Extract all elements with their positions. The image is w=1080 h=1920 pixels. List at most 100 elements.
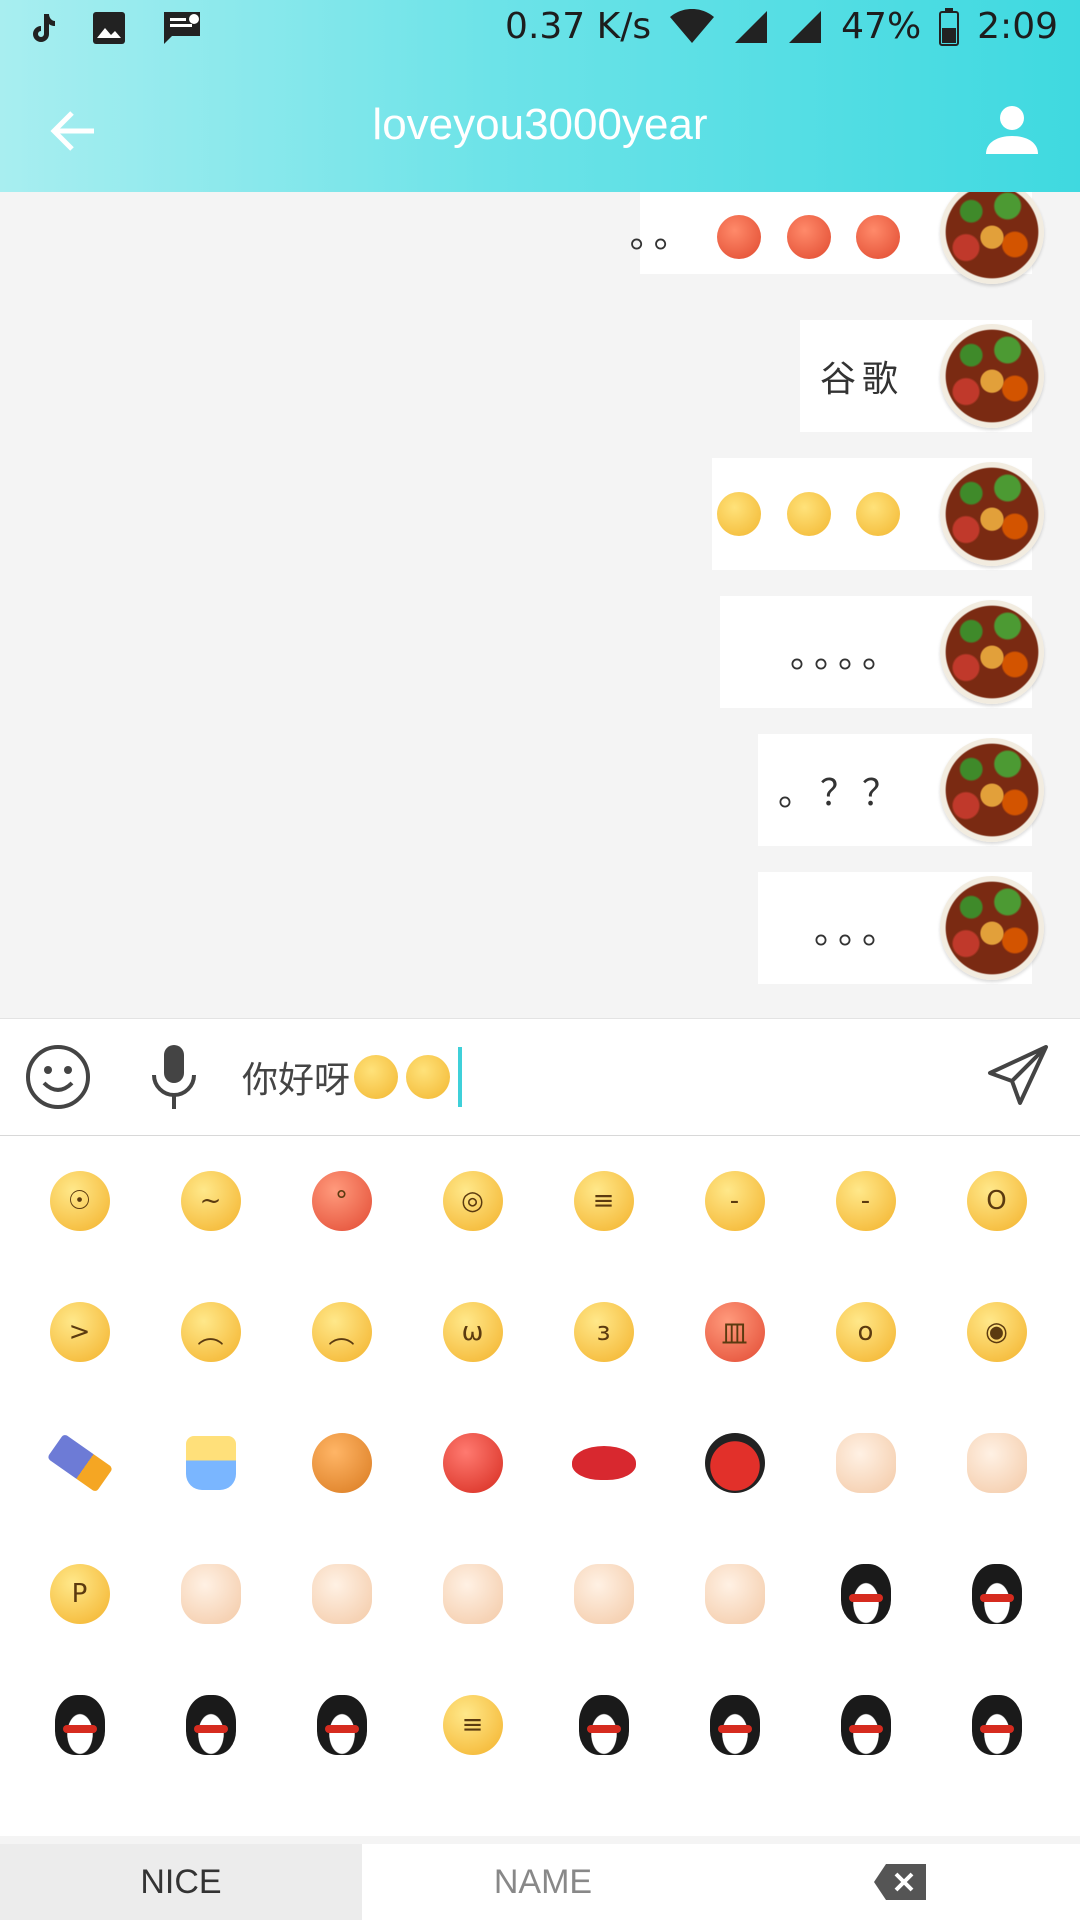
emoji-frown[interactable]: ︵ — [276, 1267, 407, 1397]
emoji-grin[interactable]: ≡ — [538, 1136, 669, 1266]
message-bubble[interactable]: 。。。 — [758, 872, 1044, 984]
send-icon — [988, 1045, 1048, 1105]
startled-icon: o — [835, 1302, 896, 1362]
message-bubble[interactable]: 。。 — [630, 192, 1044, 284]
net-speed: 0.37 K/s — [505, 6, 652, 47]
emoji-penguin[interactable] — [145, 1660, 276, 1790]
penguin-icon — [578, 1695, 629, 1755]
grin-icon: ≡ — [442, 1695, 503, 1755]
red-sweat-icon: ° — [311, 1171, 372, 1231]
lips-icon — [571, 1446, 636, 1480]
rock-on-icon — [442, 1564, 503, 1624]
emoji-grin[interactable]: ≡ — [407, 1660, 538, 1790]
emoji-beer[interactable] — [145, 1398, 276, 1528]
emoji-ok-hand[interactable] — [669, 1529, 800, 1659]
emoji-kiss[interactable]: з — [538, 1267, 669, 1397]
avatar[interactable] — [940, 600, 1044, 704]
avatar[interactable] — [940, 462, 1044, 566]
avatar[interactable] — [940, 324, 1044, 428]
emoji-cleaver[interactable] — [14, 1398, 145, 1528]
emoji-tab-bar: NICE NAME — [0, 1844, 1080, 1920]
cold-sweat-icon: ◎ — [442, 1171, 503, 1231]
penguin-icon — [54, 1695, 105, 1755]
basketball-icon — [311, 1433, 372, 1493]
yawn-icon: O — [966, 1171, 1027, 1231]
emoji-ping-pong[interactable] — [407, 1398, 538, 1528]
emoji-smirk[interactable]: - — [800, 1136, 931, 1266]
message-text: 。？？ — [777, 773, 904, 814]
message-bubble[interactable]: 。。。。 — [720, 596, 1044, 708]
tab-name[interactable]: NAME — [362, 1844, 724, 1920]
emoji-penguin[interactable] — [800, 1660, 931, 1790]
tab-nice[interactable]: NICE — [0, 1844, 362, 1920]
send-button[interactable] — [986, 1043, 1050, 1107]
backspace-button[interactable] — [830, 1844, 970, 1920]
emoji-startled[interactable]: o — [800, 1267, 931, 1397]
signal-icon — [733, 9, 769, 45]
smile-icon — [26, 1045, 90, 1109]
emoji-penguin[interactable] — [14, 1660, 145, 1790]
emoji-handshake[interactable] — [800, 1398, 931, 1528]
emoji-shy[interactable]: - — [669, 1136, 800, 1266]
message-bubble[interactable]: 。？？ — [758, 734, 1044, 846]
emoji-peace[interactable] — [538, 1529, 669, 1659]
shocked-face-icon — [717, 492, 762, 536]
message-bubble[interactable] — [712, 458, 1044, 570]
emoji-tongue[interactable]: P — [14, 1529, 145, 1659]
shocked-icon: ☉ — [49, 1171, 110, 1231]
red-sweat-face-icon — [786, 214, 831, 259]
emoji-panel: ☉ ~ ° ◎ ≡ - - O > ︵ ︵ ω з 皿 o ◉ P ≡ — [0, 1136, 1080, 1836]
message-text: 。。 — [629, 214, 696, 256]
red-sweat-face-icon — [717, 214, 762, 259]
emoji-basketball[interactable] — [276, 1398, 407, 1528]
emoji-strong-arm[interactable] — [931, 1398, 1062, 1528]
message-input[interactable]: 你好呀 — [242, 1041, 942, 1113]
sad-icon: ︵ — [180, 1302, 241, 1362]
message-bubble[interactable]: 谷歌 — [800, 320, 1044, 432]
penguin-icon — [971, 1695, 1022, 1755]
image-icon — [92, 11, 126, 45]
frown-icon: ︵ — [311, 1302, 372, 1362]
emoji-penguin[interactable] — [800, 1529, 931, 1659]
emoji-yawn[interactable]: O — [931, 1136, 1062, 1266]
kiss-icon: з — [573, 1302, 634, 1362]
emoji-sad[interactable]: ︵ — [145, 1267, 276, 1397]
emoji-ladybug[interactable] — [669, 1398, 800, 1528]
emoji-fist[interactable] — [145, 1529, 276, 1659]
sneer-icon: ω — [442, 1302, 503, 1362]
ok-hand-icon — [704, 1564, 765, 1624]
profile-button[interactable] — [984, 102, 1040, 158]
avatar[interactable] — [940, 876, 1044, 980]
emoji-rock-on[interactable] — [407, 1529, 538, 1659]
handshake-icon — [835, 1433, 896, 1493]
emoji-worried[interactable]: ~ — [145, 1136, 276, 1266]
beer-icon — [185, 1436, 236, 1490]
emoji-lips[interactable] — [538, 1398, 669, 1528]
emoji-point-up[interactable] — [276, 1529, 407, 1659]
emoji-toggle-button[interactable] — [24, 1043, 92, 1111]
emoji-penguin[interactable] — [538, 1660, 669, 1790]
red-sweat-face-icon — [856, 214, 900, 259]
angry-hug-icon: > — [49, 1302, 110, 1362]
emoji-shocked[interactable]: ☉ — [14, 1136, 145, 1266]
avatar[interactable] — [940, 738, 1044, 842]
message-text: 谷歌 — [819, 359, 904, 400]
emoji-teary[interactable]: ◉ — [931, 1267, 1062, 1397]
emoji-penguin[interactable] — [931, 1660, 1062, 1790]
tongue-icon: P — [49, 1564, 110, 1624]
emoji-sneer[interactable]: ω — [407, 1267, 538, 1397]
emoji-penguin[interactable] — [931, 1529, 1062, 1659]
emoji-angry-hug[interactable]: > — [14, 1267, 145, 1397]
emoji-red-sweat[interactable]: ° — [276, 1136, 407, 1266]
clock: 2:09 — [977, 6, 1058, 47]
voice-button[interactable] — [148, 1043, 200, 1111]
mic-icon — [152, 1045, 196, 1109]
emoji-penguin[interactable] — [276, 1660, 407, 1790]
status-bar: 0.37 K/s 47% 2:09 — [0, 0, 1080, 64]
emoji-penguin[interactable] — [669, 1660, 800, 1790]
shocked-face-icon — [856, 492, 900, 536]
emoji-cold-sweat[interactable]: ◎ — [407, 1136, 538, 1266]
chat-area[interactable]: 。。 谷歌 。。。。 。？？ 。。。 — [0, 192, 1080, 1016]
emoji-fury[interactable]: 皿 — [669, 1267, 800, 1397]
avatar[interactable] — [940, 192, 1044, 284]
